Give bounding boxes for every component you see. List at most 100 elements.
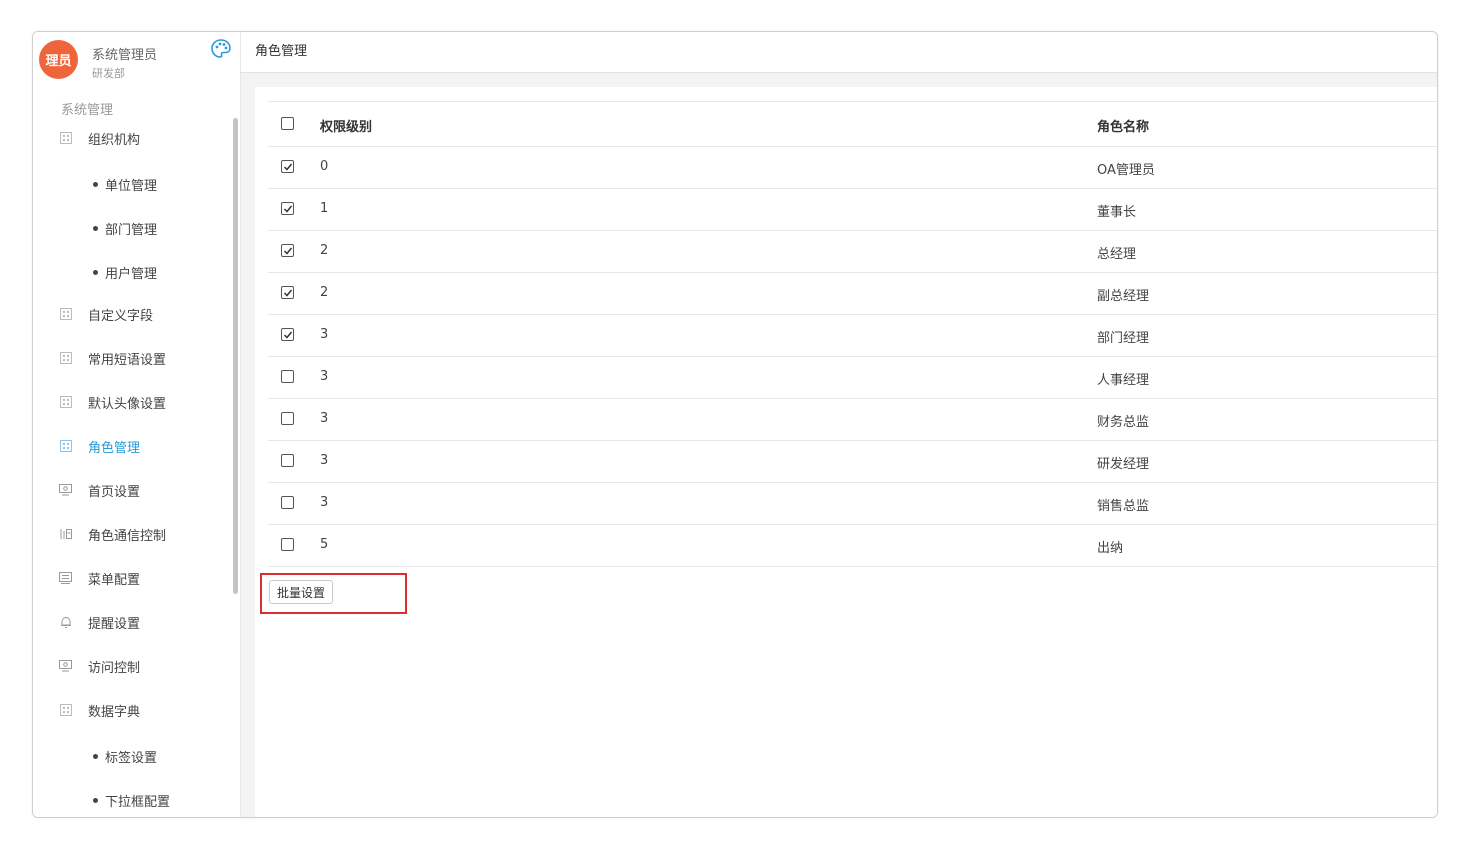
role-level: 3 bbox=[320, 495, 329, 510]
role-name: 研发经理 bbox=[1097, 457, 1150, 472]
bullet-icon bbox=[93, 753, 98, 759]
sidebar-item-label: 部门管理 bbox=[105, 222, 158, 238]
sidebar-item-label: 访问控制 bbox=[88, 660, 141, 676]
table-row: 0 OA管理员 bbox=[268, 147, 1437, 189]
avatar[interactable]: 理员 bbox=[39, 40, 78, 79]
sidebar-item-custom-fields[interactable]: 自定义字段 bbox=[59, 302, 153, 326]
sidebar-item-label: 常用短语设置 bbox=[88, 352, 167, 368]
sidebar-item-role-comm[interactable]: 角色通信控制 bbox=[59, 522, 166, 546]
role-level: 2 bbox=[320, 285, 329, 300]
check-icon bbox=[283, 163, 293, 171]
bullet-icon bbox=[93, 181, 98, 187]
sidebar-subitem-user[interactable]: 用户管理 bbox=[93, 261, 157, 283]
grid-icon bbox=[59, 352, 72, 365]
row-checkbox[interactable] bbox=[281, 412, 294, 425]
sidebar-subitem-unit[interactable]: 单位管理 bbox=[93, 173, 157, 195]
bullet-icon bbox=[93, 797, 98, 803]
menu-icon bbox=[59, 572, 72, 585]
sidebar: 理员 系统管理员 研发部 系统管理 组织机构 单位管理 部门管理 用户管理 自定… bbox=[33, 32, 241, 817]
check-icon bbox=[283, 289, 293, 297]
bell-icon bbox=[59, 616, 72, 629]
sidebar-item-label: 菜单配置 bbox=[88, 572, 141, 588]
page-header: 角色管理 bbox=[241, 32, 1437, 73]
table-row: 3 部门经理 bbox=[268, 315, 1437, 357]
row-checkbox[interactable] bbox=[281, 202, 294, 215]
sidebar-item-label: 角色通信控制 bbox=[88, 528, 167, 544]
palette-icon[interactable] bbox=[210, 38, 232, 60]
select-all-checkbox[interactable] bbox=[281, 117, 294, 130]
row-checkbox[interactable] bbox=[281, 496, 294, 509]
role-table: 权限级别 角色名称 0 OA管理员 1 董事长 2 总经理 2 副总经理 3 部门经理 3 人事经理 3… bbox=[268, 101, 1437, 567]
row-checkbox[interactable] bbox=[281, 328, 294, 341]
row-checkbox[interactable] bbox=[281, 454, 294, 467]
app-window: 理员 系统管理员 研发部 系统管理 组织机构 单位管理 部门管理 用户管理 自定… bbox=[32, 31, 1438, 818]
sidebar-item-roles[interactable]: 角色管理 bbox=[59, 434, 140, 458]
sidebar-item-access[interactable]: 访问控制 bbox=[59, 654, 140, 678]
sidebar-subitem-dept[interactable]: 部门管理 bbox=[93, 217, 157, 239]
sidebar-item-org[interactable]: 组织机构 bbox=[59, 126, 140, 150]
sidebar-section-title: 系统管理 bbox=[61, 103, 114, 118]
sidebar-item-label: 用户管理 bbox=[105, 266, 158, 282]
row-checkbox[interactable] bbox=[281, 286, 294, 299]
page-title: 角色管理 bbox=[255, 44, 308, 59]
user-name: 系统管理员 bbox=[92, 48, 158, 63]
row-checkbox[interactable] bbox=[281, 370, 294, 383]
role-name: 总经理 bbox=[1097, 247, 1137, 262]
row-checkbox[interactable] bbox=[281, 538, 294, 551]
sidebar-subitem-tags[interactable]: 标签设置 bbox=[93, 745, 157, 767]
sidebar-item-menu-config[interactable]: 菜单配置 bbox=[59, 566, 140, 590]
monitor-icon bbox=[59, 484, 72, 497]
role-name: 销售总监 bbox=[1097, 499, 1150, 514]
grid-icon bbox=[59, 704, 72, 717]
bullet-icon bbox=[93, 269, 98, 275]
sidebar-scrollbar[interactable] bbox=[233, 118, 238, 594]
role-level: 3 bbox=[320, 369, 329, 384]
role-level: 0 bbox=[320, 159, 329, 174]
bullet-icon bbox=[93, 225, 98, 231]
role-level: 1 bbox=[320, 201, 329, 216]
grid-icon bbox=[59, 396, 72, 409]
sidebar-item-label: 提醒设置 bbox=[88, 616, 141, 632]
role-name: 财务总监 bbox=[1097, 415, 1150, 430]
role-name: 部门经理 bbox=[1097, 331, 1150, 346]
table-row: 3 人事经理 bbox=[268, 357, 1437, 399]
role-level: 2 bbox=[320, 243, 329, 258]
grid-icon bbox=[59, 308, 72, 321]
row-checkbox[interactable] bbox=[281, 244, 294, 257]
check-icon bbox=[283, 331, 293, 339]
sidebar-subitem-dropdown[interactable]: 下拉框配置 bbox=[93, 789, 170, 811]
role-level: 5 bbox=[320, 537, 329, 552]
sidebar-item-reminder[interactable]: 提醒设置 bbox=[59, 610, 140, 634]
user-department: 研发部 bbox=[92, 67, 125, 80]
role-level: 3 bbox=[320, 411, 329, 426]
sidebar-item-label: 下拉框配置 bbox=[105, 794, 171, 810]
sidebar-item-default-avatar[interactable]: 默认头像设置 bbox=[59, 390, 166, 414]
sidebar-item-label: 标签设置 bbox=[105, 750, 158, 766]
table-row: 2 副总经理 bbox=[268, 273, 1437, 315]
sidebar-item-label: 单位管理 bbox=[105, 178, 158, 194]
contacts-icon bbox=[59, 528, 72, 541]
role-name: OA管理员 bbox=[1097, 163, 1155, 178]
table-row: 3 销售总监 bbox=[268, 483, 1437, 525]
sidebar-item-label: 自定义字段 bbox=[88, 308, 154, 324]
sidebar-item-label: 角色管理 bbox=[88, 440, 141, 456]
role-level: 3 bbox=[320, 453, 329, 468]
sidebar-item-label: 数据字典 bbox=[88, 704, 141, 720]
sidebar-item-phrases[interactable]: 常用短语设置 bbox=[59, 346, 166, 370]
row-checkbox[interactable] bbox=[281, 160, 294, 173]
table-row: 3 研发经理 bbox=[268, 441, 1437, 483]
table-row: 2 总经理 bbox=[268, 231, 1437, 273]
avatar-text: 理员 bbox=[45, 54, 72, 69]
grid-icon bbox=[59, 132, 72, 145]
sidebar-item-homepage[interactable]: 首页设置 bbox=[59, 478, 140, 502]
batch-settings-button[interactable]: 批量设置 bbox=[269, 580, 333, 604]
check-icon bbox=[283, 205, 293, 213]
role-name: 人事经理 bbox=[1097, 373, 1150, 388]
grid-icon bbox=[59, 440, 72, 453]
role-name: 董事长 bbox=[1097, 205, 1137, 220]
sidebar-item-label: 首页设置 bbox=[88, 484, 141, 500]
sidebar-item-label: 默认头像设置 bbox=[88, 396, 167, 412]
table-row: 1 董事长 bbox=[268, 189, 1437, 231]
table-row: 5 出纳 bbox=[268, 525, 1437, 567]
sidebar-item-dictionary[interactable]: 数据字典 bbox=[59, 698, 140, 722]
